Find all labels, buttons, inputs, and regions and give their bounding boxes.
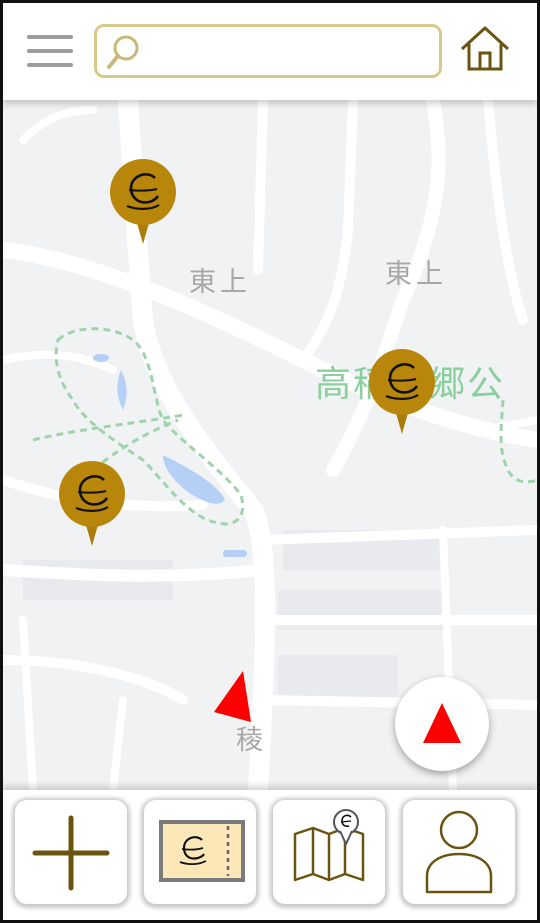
search-input[interactable] (141, 33, 435, 71)
coffee-cup-icon (59, 461, 125, 546)
compass-arrow-icon (423, 703, 461, 743)
hamburger-menu-button[interactable] (27, 31, 73, 71)
card-tab-button[interactable] (144, 800, 256, 904)
menu-line (27, 49, 73, 53)
search-icon (107, 35, 139, 69)
coffee-cup-icon (110, 159, 176, 244)
current-location-arrow-icon (214, 671, 251, 722)
map-pin-icon (293, 809, 365, 882)
map-tab-button[interactable] (273, 800, 385, 904)
bottom-nav-bar (3, 790, 537, 920)
add-tab-button[interactable] (15, 800, 127, 904)
map-view[interactable]: 東上 東上 高稲荷郷公 稜 (3, 100, 537, 790)
user-profile-icon (425, 810, 493, 894)
coffee-cup-icon (369, 349, 435, 434)
home-icon (460, 26, 510, 71)
app-screen: 東上 東上 高稲荷郷公 稜 (0, 0, 540, 923)
map-label: 東上 (189, 267, 251, 298)
menu-line (27, 63, 73, 67)
home-button[interactable] (457, 23, 513, 75)
ticket-card-icon (159, 820, 245, 882)
map-label: 東上 (385, 259, 447, 290)
profile-tab-button[interactable] (403, 800, 515, 904)
cafe-map-pin[interactable] (109, 158, 177, 244)
search-bar (94, 24, 442, 78)
cafe-map-pin[interactable] (368, 348, 436, 434)
menu-line (27, 35, 73, 39)
cafe-map-pin[interactable] (58, 460, 126, 546)
plus-icon (32, 815, 110, 891)
compass-button[interactable] (395, 677, 489, 771)
top-bar (3, 3, 537, 100)
